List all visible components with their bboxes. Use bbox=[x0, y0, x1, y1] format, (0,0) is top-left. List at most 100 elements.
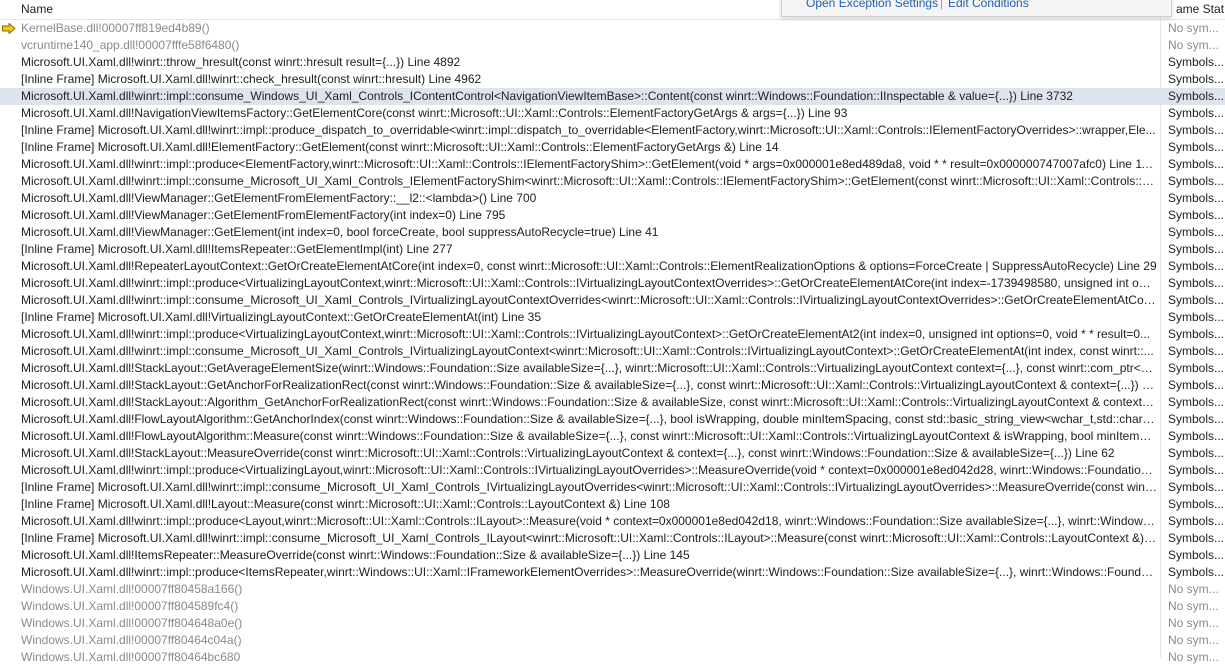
stack-frame-row[interactable]: Microsoft.UI.Xaml.dll!StackLayout::GetAv… bbox=[0, 360, 1225, 377]
stack-frame-row[interactable]: Microsoft.UI.Xaml.dll!FlowLayoutAlgorith… bbox=[0, 428, 1225, 445]
frame-symbol-status: Symbols... bbox=[1168, 123, 1225, 137]
frame-symbol-status: Symbols... bbox=[1168, 276, 1225, 290]
stack-frame-row[interactable]: Microsoft.UI.Xaml.dll!FlowLayoutAlgorith… bbox=[0, 411, 1225, 428]
frame-symbol-status: Symbols... bbox=[1168, 412, 1225, 426]
frame-symbol-status: Symbols... bbox=[1168, 55, 1225, 69]
stack-frame-row[interactable]: Microsoft.UI.Xaml.dll!winrt::impl::consu… bbox=[0, 343, 1225, 360]
frame-marker bbox=[0, 530, 18, 547]
frame-marker bbox=[0, 326, 18, 343]
stack-frame-row[interactable]: KernelBase.dll!00007ff819ed4b89() No sym.… bbox=[0, 20, 1225, 37]
frame-name: Microsoft.UI.Xaml.dll!ViewManager::GetEl… bbox=[21, 225, 659, 239]
current-frame-arrow-icon bbox=[2, 23, 16, 34]
frame-marker bbox=[0, 411, 18, 428]
frame-symbol-status: No sym... bbox=[1168, 599, 1219, 613]
frame-name: KernelBase.dll!00007ff819ed4b89() bbox=[21, 21, 210, 35]
stack-frame-row[interactable]: [Inline Frame] Microsoft.UI.Xaml.dll!win… bbox=[0, 530, 1225, 547]
stack-frame-row[interactable]: Microsoft.UI.Xaml.dll!winrt::impl::produ… bbox=[0, 462, 1225, 479]
frame-name: Windows.UI.Xaml.dll!00007ff80458a166() bbox=[21, 582, 243, 596]
frame-name: Microsoft.UI.Xaml.dll!FlowLayoutAlgorith… bbox=[21, 412, 1157, 426]
stack-frame-row[interactable]: Microsoft.UI.Xaml.dll!winrt::impl::consu… bbox=[0, 88, 1225, 105]
frame-marker bbox=[0, 445, 18, 462]
frame-marker bbox=[0, 564, 18, 581]
frame-symbol-status: Symbols... bbox=[1168, 310, 1225, 324]
frame-name: Windows.UI.Xaml.dll!00007ff804589fc4() bbox=[21, 599, 239, 613]
stack-frame-row[interactable]: [Inline Frame] Microsoft.UI.Xaml.dll!Lay… bbox=[0, 496, 1225, 513]
stack-frame-row[interactable]: Microsoft.UI.Xaml.dll!RepeaterLayoutCont… bbox=[0, 258, 1225, 275]
frame-symbol-status: Symbols... bbox=[1168, 463, 1225, 477]
stack-frame-row[interactable]: Microsoft.UI.Xaml.dll!winrt::impl::produ… bbox=[0, 326, 1225, 343]
stack-frame-row[interactable]: Microsoft.UI.Xaml.dll!ItemsRepeater::Mea… bbox=[0, 547, 1225, 564]
frame-name: Microsoft.UI.Xaml.dll!RepeaterLayoutCont… bbox=[21, 259, 1157, 273]
stack-frame-row[interactable]: [Inline Frame] Microsoft.UI.Xaml.dll!win… bbox=[0, 71, 1225, 88]
frame-name: Microsoft.UI.Xaml.dll!StackLayout::GetAv… bbox=[21, 361, 1157, 375]
open-exception-settings-link[interactable]: Open Exception Settings bbox=[806, 0, 938, 10]
frame-symbol-status: Symbols... bbox=[1168, 106, 1225, 120]
frame-symbol-status: Symbols... bbox=[1168, 565, 1225, 579]
stack-frame-row[interactable]: Windows.UI.Xaml.dll!00007ff80458a166() No… bbox=[0, 581, 1225, 598]
stack-frame-row[interactable]: Microsoft.UI.Xaml.dll!StackLayout::GetAn… bbox=[0, 377, 1225, 394]
edit-conditions-link[interactable]: Edit Conditions bbox=[948, 0, 1029, 10]
frame-symbol-status: Symbols... bbox=[1168, 344, 1225, 358]
frame-marker bbox=[0, 547, 18, 564]
frame-marker bbox=[0, 224, 18, 241]
frame-symbol-status: Symbols... bbox=[1168, 395, 1225, 409]
stack-frame-row[interactable]: [Inline Frame] Microsoft.UI.Xaml.dll!Ite… bbox=[0, 241, 1225, 258]
stack-frame-row[interactable]: Microsoft.UI.Xaml.dll!NavigationViewItem… bbox=[0, 105, 1225, 122]
frame-marker bbox=[0, 241, 18, 258]
frame-symbol-status: Symbols... bbox=[1168, 259, 1225, 273]
frame-name: Microsoft.UI.Xaml.dll!NavigationViewItem… bbox=[21, 106, 848, 120]
stack-frame-row[interactable]: Microsoft.UI.Xaml.dll!winrt::impl::consu… bbox=[0, 292, 1225, 309]
stack-frame-row[interactable]: Microsoft.UI.Xaml.dll!winrt::impl::produ… bbox=[0, 156, 1225, 173]
frame-name: Microsoft.UI.Xaml.dll!winrt::impl::consu… bbox=[21, 344, 1154, 358]
stack-frame-row[interactable]: [Inline Frame] Microsoft.UI.Xaml.dll!win… bbox=[0, 479, 1225, 496]
stack-frame-row[interactable]: Microsoft.UI.Xaml.dll!ViewManager::GetEl… bbox=[0, 207, 1225, 224]
frame-marker bbox=[0, 292, 18, 309]
frame-marker bbox=[0, 598, 18, 615]
stack-frame-row[interactable]: [Inline Frame] Microsoft.UI.Xaml.dll!Ele… bbox=[0, 139, 1225, 156]
frame-name: Microsoft.UI.Xaml.dll!ViewManager::GetEl… bbox=[21, 191, 537, 205]
stack-frame-row[interactable]: Microsoft.UI.Xaml.dll!StackLayout::Algor… bbox=[0, 394, 1225, 411]
frame-symbol-status: Symbols... bbox=[1168, 378, 1225, 392]
frame-symbol-status: Symbols... bbox=[1168, 174, 1225, 188]
stack-frame-row[interactable]: Windows.UI.Xaml.dll!00007ff80464c04a() No… bbox=[0, 632, 1225, 649]
stack-frame-row[interactable]: Microsoft.UI.Xaml.dll!winrt::throw_hresu… bbox=[0, 54, 1225, 71]
column-header-name[interactable]: Name bbox=[21, 2, 53, 17]
stack-frame-row[interactable]: [Inline Frame] Microsoft.UI.Xaml.dll!win… bbox=[0, 122, 1225, 139]
stack-frame-row[interactable]: Microsoft.UI.Xaml.dll!StackLayout::Measu… bbox=[0, 445, 1225, 462]
frame-name: Windows.UI.Xaml.dll!00007ff804648a0e() bbox=[21, 616, 243, 630]
frame-symbol-status: Symbols... bbox=[1168, 208, 1225, 222]
stack-frame-row[interactable]: Windows.UI.Xaml.dll!00007ff804589fc4() No… bbox=[0, 598, 1225, 615]
stack-frame-row[interactable]: [Inline Frame] Microsoft.UI.Xaml.dll!Vir… bbox=[0, 309, 1225, 326]
frame-symbol-status: Symbols... bbox=[1168, 140, 1225, 154]
stack-frame-row[interactable]: Microsoft.UI.Xaml.dll!winrt::impl::produ… bbox=[0, 275, 1225, 292]
frame-marker bbox=[0, 309, 18, 326]
frame-symbol-status: Symbols... bbox=[1168, 157, 1225, 171]
frame-name: Microsoft.UI.Xaml.dll!winrt::impl::produ… bbox=[21, 276, 1157, 290]
stack-frame-row[interactable]: Windows.UI.Xaml.dll!00007ff804648a0e() No… bbox=[0, 615, 1225, 632]
frame-symbol-status: Symbols... bbox=[1168, 531, 1225, 545]
frame-marker bbox=[0, 105, 18, 122]
frame-symbol-status: No sym... bbox=[1168, 616, 1219, 630]
frame-marker bbox=[0, 479, 18, 496]
stack-frame-row[interactable]: Microsoft.UI.Xaml.dll!winrt::impl::produ… bbox=[0, 564, 1225, 581]
stack-frame-row[interactable]: Microsoft.UI.Xaml.dll!winrt::impl::consu… bbox=[0, 173, 1225, 190]
frame-name: Microsoft.UI.Xaml.dll!ItemsRepeater::Mea… bbox=[21, 548, 690, 562]
frame-marker bbox=[0, 377, 18, 394]
frame-name: [Inline Frame] Microsoft.UI.Xaml.dll!Ite… bbox=[21, 242, 453, 256]
frame-symbol-status: No sym... bbox=[1168, 582, 1219, 596]
stack-frame-row[interactable]: Microsoft.UI.Xaml.dll!ViewManager::GetEl… bbox=[0, 190, 1225, 207]
stack-frame-row[interactable]: vcruntime140_app.dll!00007fffe58f6480() N… bbox=[0, 37, 1225, 54]
stack-frame-row[interactable]: Microsoft.UI.Xaml.dll!winrt::impl::produ… bbox=[0, 513, 1225, 530]
frame-name: [Inline Frame] Microsoft.UI.Xaml.dll!Lay… bbox=[21, 497, 670, 511]
frame-marker bbox=[0, 275, 18, 292]
frame-marker bbox=[0, 360, 18, 377]
frame-name: Microsoft.UI.Xaml.dll!winrt::impl::produ… bbox=[21, 463, 1157, 477]
frame-name: Microsoft.UI.Xaml.dll!winrt::impl::consu… bbox=[21, 293, 1157, 307]
frame-marker bbox=[0, 496, 18, 513]
frame-marker bbox=[0, 581, 18, 598]
frame-name: [Inline Frame] Microsoft.UI.Xaml.dll!win… bbox=[21, 72, 482, 86]
frame-name: Windows.UI.Xaml.dll!00007ff80464c04a() bbox=[21, 633, 242, 647]
column-header-language[interactable]: ame Stat bbox=[1176, 2, 1225, 17]
frame-symbol-status: Symbols... bbox=[1168, 293, 1225, 307]
stack-frame-row[interactable]: Microsoft.UI.Xaml.dll!ViewManager::GetEl… bbox=[0, 224, 1225, 241]
